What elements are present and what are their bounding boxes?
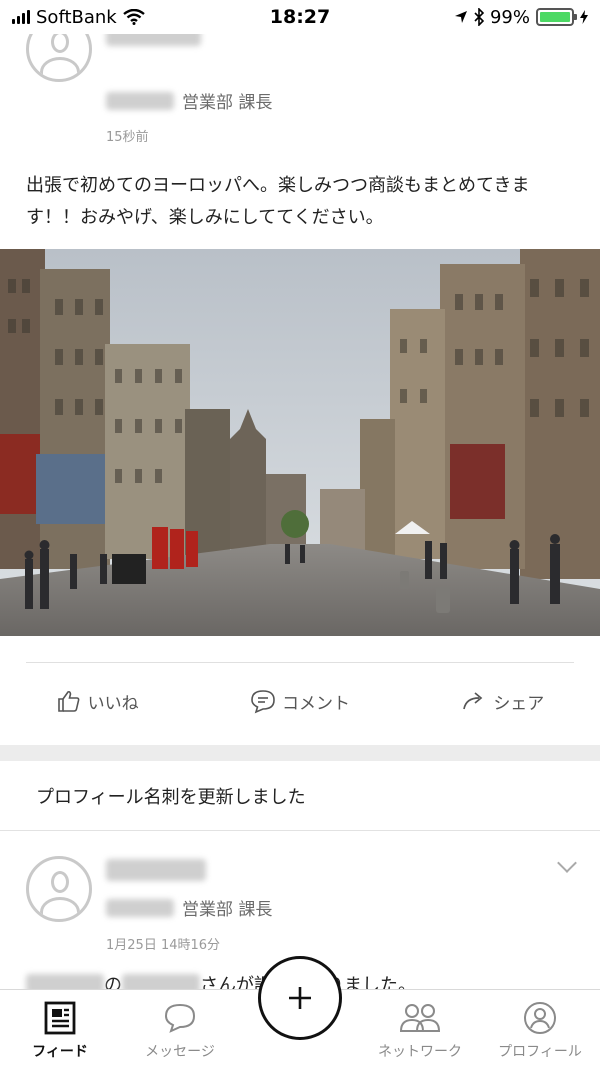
wifi-icon	[122, 9, 145, 25]
post-body: の さんが課長になりました。	[26, 971, 416, 989]
create-post-button[interactable]	[258, 956, 342, 1040]
tab-messages[interactable]: メッセージ	[120, 990, 240, 1067]
tab-profile[interactable]: プロフィール	[480, 990, 600, 1067]
tab-messages-label: メッセージ	[145, 1044, 215, 1060]
tab-feed-label: フィード	[32, 1044, 88, 1060]
signal-icon	[12, 10, 30, 24]
chevron-down-icon[interactable]	[557, 853, 577, 873]
charging-bolt-icon	[580, 10, 588, 24]
post-body-connector: の	[104, 975, 122, 989]
chat-bubble-icon	[164, 1003, 196, 1033]
location-arrow-icon	[454, 11, 467, 23]
post-separator	[0, 745, 600, 761]
post-actions: いいね コメント シェア	[0, 688, 600, 714]
people-group-icon	[399, 1004, 441, 1032]
company-name-blurred	[26, 974, 104, 989]
poster-name-blurred	[106, 34, 201, 50]
share-button[interactable]: シェア	[461, 688, 544, 714]
poster-name-blurred	[106, 859, 206, 885]
post-timestamp: 1月25日 14時16分	[106, 938, 221, 953]
post-activity-header: プロフィール名刺を更新しました	[0, 761, 600, 831]
profile-circle-icon	[524, 1002, 556, 1034]
tab-feed[interactable]: フィード	[0, 990, 120, 1067]
status-left: SoftBank	[12, 7, 145, 28]
avatar[interactable]	[26, 34, 92, 82]
feed-list[interactable]: 営業部 課長 15秒前 出張で初めてのヨーロッパへ。楽しみつつ商談もまとめてきま…	[0, 34, 600, 989]
tab-profile-label: プロフィール	[498, 1044, 582, 1060]
post-divider	[26, 662, 574, 663]
comment-label: コメント	[281, 693, 350, 714]
company-name-blurred	[106, 898, 174, 917]
post-body: 出張で初めてのヨーロッパへ。楽しみつつ商談もまとめてきます！！おみやげ、楽しみに…	[26, 175, 530, 228]
poster-meta: 営業部 課長	[106, 895, 272, 920]
street-photo-image	[0, 249, 600, 636]
feed-post: 営業部 課長 15秒前 出張で初めてのヨーロッパへ。楽しみつつ商談もまとめてきま…	[0, 34, 600, 745]
share-label: シェア	[493, 693, 545, 714]
post-photo[interactable]	[0, 249, 600, 636]
carrier-label: SoftBank	[36, 6, 117, 28]
person-name-blurred	[122, 974, 200, 989]
comment-button[interactable]: コメント	[250, 688, 350, 714]
company-name-blurred	[106, 91, 174, 110]
thumbs-up-icon	[57, 690, 80, 712]
poster-role: 営業部 課長	[182, 900, 273, 920]
battery-icon	[536, 8, 577, 26]
tab-network[interactable]: ネットワーク	[360, 990, 480, 1067]
like-button[interactable]: いいね	[56, 688, 139, 714]
feed-post: プロフィール名刺を更新しました 営業部 課長 1月25日 14時16分 の さん…	[0, 761, 600, 989]
post-timestamp: 15秒前	[106, 130, 149, 145]
status-bar: SoftBank 18:27 99%	[0, 0, 600, 34]
share-arrow-icon	[463, 692, 483, 710]
bluetooth-icon	[474, 8, 484, 26]
tab-network-label: ネットワーク	[378, 1044, 462, 1060]
avatar[interactable]	[26, 856, 92, 922]
status-right: 99%	[454, 7, 588, 28]
clock: 18:27	[269, 6, 331, 28]
like-label: いいね	[87, 693, 139, 714]
poster-role: 営業部 課長	[182, 93, 273, 113]
battery-percent: 99%	[489, 6, 530, 28]
activity-text: プロフィール名刺を更新しました	[36, 786, 306, 808]
comment-bubble-icon	[251, 690, 275, 714]
poster-meta: 営業部 課長	[106, 88, 272, 113]
plus-icon	[289, 987, 311, 1009]
newspaper-icon	[44, 1001, 76, 1035]
